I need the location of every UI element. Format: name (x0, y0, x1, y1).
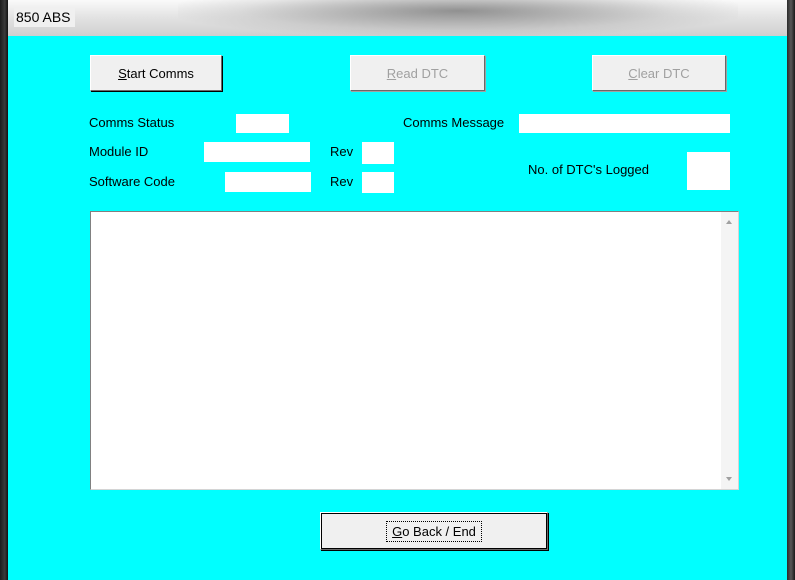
window-frame-right (787, 0, 795, 580)
dtc-logged-label: No. of DTC's Logged (528, 162, 649, 177)
start-comms-mnemonic: S (118, 65, 127, 81)
comms-message-field (519, 114, 730, 133)
module-id-field (204, 142, 310, 162)
go-back-mnemonic: G (392, 523, 403, 539)
window-frame-left (0, 0, 8, 580)
read-dtc-button[interactable]: Read DTC (350, 55, 485, 91)
scroll-down-arrow-icon[interactable] (726, 477, 732, 481)
window-titlebar[interactable]: 850 ABS (8, 0, 787, 36)
dtc-output-textarea[interactable] (90, 211, 739, 490)
software-rev-field (362, 172, 394, 193)
start-comms-button[interactable]: Start Comms (90, 55, 222, 91)
go-back-label: o Back / End (402, 523, 476, 539)
start-comms-label: tart Comms (126, 65, 194, 81)
comms-status-label: Comms Status (89, 115, 175, 130)
software-code-field (225, 172, 311, 192)
comms-status-field (236, 114, 289, 133)
read-dtc-label: ead DTC (396, 65, 449, 81)
software-code-label: Software Code (89, 174, 175, 189)
dtc-count-field (687, 152, 730, 190)
clear-dtc-label: lear DTC (637, 65, 690, 81)
module-rev-field (362, 142, 394, 164)
module-id-label: Module ID (89, 144, 149, 159)
software-rev-label: Rev (330, 174, 354, 189)
comms-message-label: Comms Message (403, 115, 505, 130)
scroll-up-arrow-icon[interactable] (726, 220, 732, 224)
go-back-focus-rect: Go Back / End (386, 520, 482, 542)
go-back-end-button[interactable]: Go Back / End (320, 512, 548, 550)
clear-dtc-button[interactable]: Clear DTC (592, 55, 726, 91)
window-title: 850 ABS (14, 8, 75, 27)
read-dtc-mnemonic: R (386, 65, 397, 81)
clear-dtc-mnemonic: C (628, 65, 638, 81)
module-rev-label: Rev (330, 144, 354, 159)
vertical-scrollbar[interactable] (721, 212, 738, 489)
window-client-area: Start Comms Read DTC Clear DTC Comms Sta… (8, 36, 787, 580)
